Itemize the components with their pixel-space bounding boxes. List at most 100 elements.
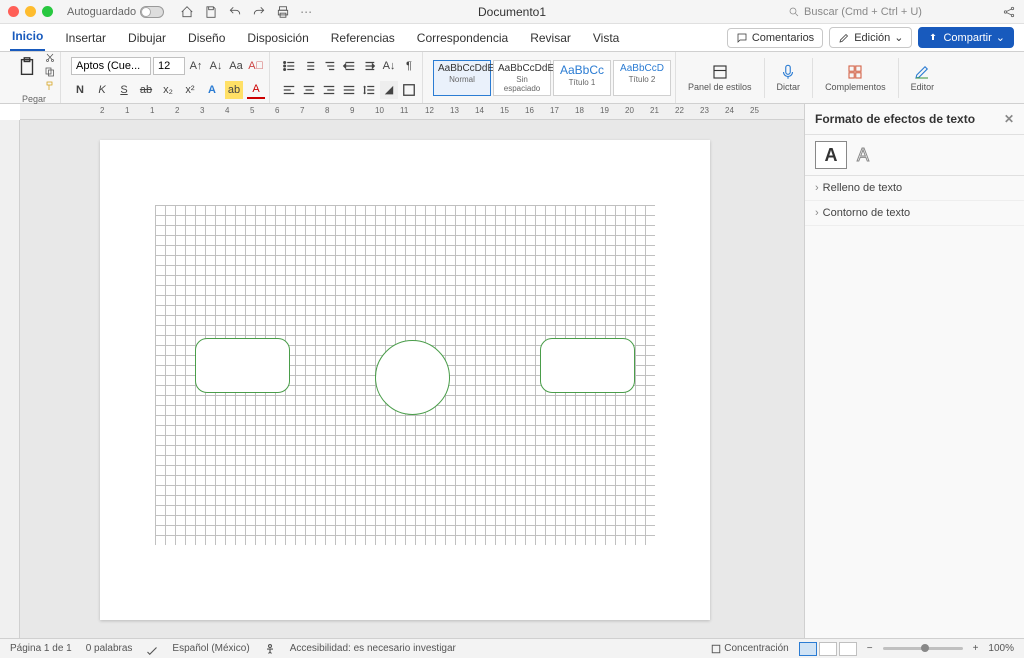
style-name: Título 2 xyxy=(618,75,666,84)
redo-icon[interactable] xyxy=(252,5,266,19)
tab-dibujar[interactable]: Dibujar xyxy=(126,27,168,49)
sort-button[interactable]: A↓ xyxy=(380,57,398,75)
text-outline-tab[interactable]: A xyxy=(847,141,879,169)
highlight-button[interactable]: ab xyxy=(225,81,243,99)
superscript-button[interactable]: x² xyxy=(181,81,199,99)
styles-pane-button[interactable]: Panel de estilos xyxy=(682,63,758,92)
language-button[interactable]: Español (México) xyxy=(172,643,249,654)
align-right-button[interactable] xyxy=(320,81,338,99)
zoom-out-button[interactable]: − xyxy=(867,643,873,654)
autosave-toggle[interactable]: Autoguardado xyxy=(67,6,164,18)
ruler-mark: 12 xyxy=(425,106,434,115)
page-count[interactable]: Página 1 de 1 xyxy=(10,643,72,654)
tab-correspondencia[interactable]: Correspondencia xyxy=(415,27,510,49)
document-title: Documento1 xyxy=(478,5,546,19)
shrink-font-button[interactable]: A↓ xyxy=(207,57,225,75)
subscript-button[interactable]: x₂ xyxy=(159,81,177,99)
editing-mode-button[interactable]: Edición ⌄ xyxy=(829,27,912,48)
accessibility-status[interactable]: Accesibilidad: es necesario investigar xyxy=(290,643,456,654)
copy-icon[interactable] xyxy=(44,66,56,78)
borders-button[interactable] xyxy=(400,81,418,99)
vertical-ruler[interactable] xyxy=(0,120,20,638)
undo-icon[interactable] xyxy=(228,5,242,19)
change-case-button[interactable]: Aa xyxy=(227,57,245,75)
addins-button[interactable]: Complementos xyxy=(819,63,892,92)
save-icon[interactable] xyxy=(204,5,218,19)
text-outline-section[interactable]: Contorno de texto xyxy=(805,201,1024,226)
window-controls xyxy=(8,6,53,17)
tab-diseno[interactable]: Diseño xyxy=(186,27,227,49)
tab-insertar[interactable]: Insertar xyxy=(63,27,108,49)
ruler-mark: 25 xyxy=(750,106,759,115)
spellcheck-icon[interactable] xyxy=(146,643,158,655)
tab-vista[interactable]: Vista xyxy=(591,27,621,49)
increase-indent-button[interactable] xyxy=(360,57,378,75)
show-marks-button[interactable]: ¶ xyxy=(400,57,418,75)
style-heading1[interactable]: AaBbCc Título 1 xyxy=(553,60,611,96)
focus-mode-button[interactable]: Concentración xyxy=(711,643,788,654)
text-effects-button[interactable]: A xyxy=(203,81,221,99)
chevron-down-icon: ⌄ xyxy=(996,31,1005,44)
shading-button[interactable]: ◢ xyxy=(380,81,398,99)
bullets-button[interactable] xyxy=(280,57,298,75)
toggle-switch[interactable] xyxy=(140,6,164,18)
text-fill-section[interactable]: Relleno de texto xyxy=(805,176,1024,201)
comments-button[interactable]: Comentarios xyxy=(727,28,823,48)
zoom-in-button[interactable]: + xyxy=(973,643,979,654)
multilevel-button[interactable] xyxy=(320,57,338,75)
numbering-button[interactable] xyxy=(300,57,318,75)
italic-button[interactable]: K xyxy=(93,81,111,99)
underline-button[interactable]: S xyxy=(115,81,133,99)
close-button[interactable] xyxy=(8,6,19,17)
minimize-button[interactable] xyxy=(25,6,36,17)
align-center-button[interactable] xyxy=(300,81,318,99)
close-panel-button[interactable]: ✕ xyxy=(1004,112,1014,126)
dictate-label: Dictar xyxy=(777,83,801,92)
dictate-button[interactable]: Dictar xyxy=(771,63,807,92)
clipboard-icon xyxy=(16,56,38,78)
font-family-select[interactable] xyxy=(71,57,151,75)
bold-button[interactable]: N xyxy=(71,81,89,99)
zoom-slider[interactable] xyxy=(883,647,963,650)
font-size-select[interactable] xyxy=(153,57,185,75)
web-layout-view[interactable] xyxy=(819,642,837,656)
word-count[interactable]: 0 palabras xyxy=(86,643,133,654)
page[interactable] xyxy=(100,140,710,620)
style-normal[interactable]: AaBbCcDdE Normal xyxy=(433,60,491,96)
font-color-button[interactable]: A xyxy=(247,81,265,99)
cut-icon[interactable] xyxy=(44,52,56,64)
style-preview: AaBbCcDdE xyxy=(438,63,486,74)
strikethrough-button[interactable]: ab xyxy=(137,81,155,99)
text-fill-tab[interactable]: A xyxy=(815,141,847,169)
decrease-indent-button[interactable] xyxy=(340,57,358,75)
paste-button[interactable] xyxy=(12,52,42,82)
outline-view[interactable] xyxy=(839,642,857,656)
search-box[interactable]: Buscar (Cmd + Ctrl + U) xyxy=(788,6,988,18)
justify-button[interactable] xyxy=(340,81,358,99)
rounded-rect-shape-right[interactable] xyxy=(540,338,635,393)
document-area[interactable] xyxy=(20,120,804,638)
home-icon[interactable] xyxy=(180,5,194,19)
tab-revisar[interactable]: Revisar xyxy=(528,27,573,49)
grow-font-button[interactable]: A↑ xyxy=(187,57,205,75)
format-painter-icon[interactable] xyxy=(44,80,56,92)
maximize-button[interactable] xyxy=(42,6,53,17)
ruler-mark: 6 xyxy=(275,106,279,115)
print-layout-view[interactable] xyxy=(799,642,817,656)
style-no-spacing[interactable]: AaBbCcDdE Sin espaciado xyxy=(493,60,551,96)
print-icon[interactable] xyxy=(276,5,290,19)
rounded-rect-shape-left[interactable] xyxy=(195,338,290,393)
tab-inicio[interactable]: Inicio xyxy=(10,25,45,51)
editor-button[interactable]: Editor xyxy=(905,63,941,92)
align-left-button[interactable] xyxy=(280,81,298,99)
share-button[interactable]: Compartir ⌄ xyxy=(918,27,1014,48)
style-heading2[interactable]: AaBbCcD Título 2 xyxy=(613,60,671,96)
share-link-icon[interactable] xyxy=(1002,5,1016,19)
line-spacing-button[interactable] xyxy=(360,81,378,99)
circle-shape[interactable] xyxy=(375,340,450,415)
more-icon[interactable]: ⋯ xyxy=(300,5,312,19)
tab-disposicion[interactable]: Disposición xyxy=(245,27,310,49)
zoom-level[interactable]: 100% xyxy=(988,643,1014,654)
clear-format-button[interactable]: A⃠ xyxy=(247,57,265,75)
tab-referencias[interactable]: Referencias xyxy=(329,27,397,49)
